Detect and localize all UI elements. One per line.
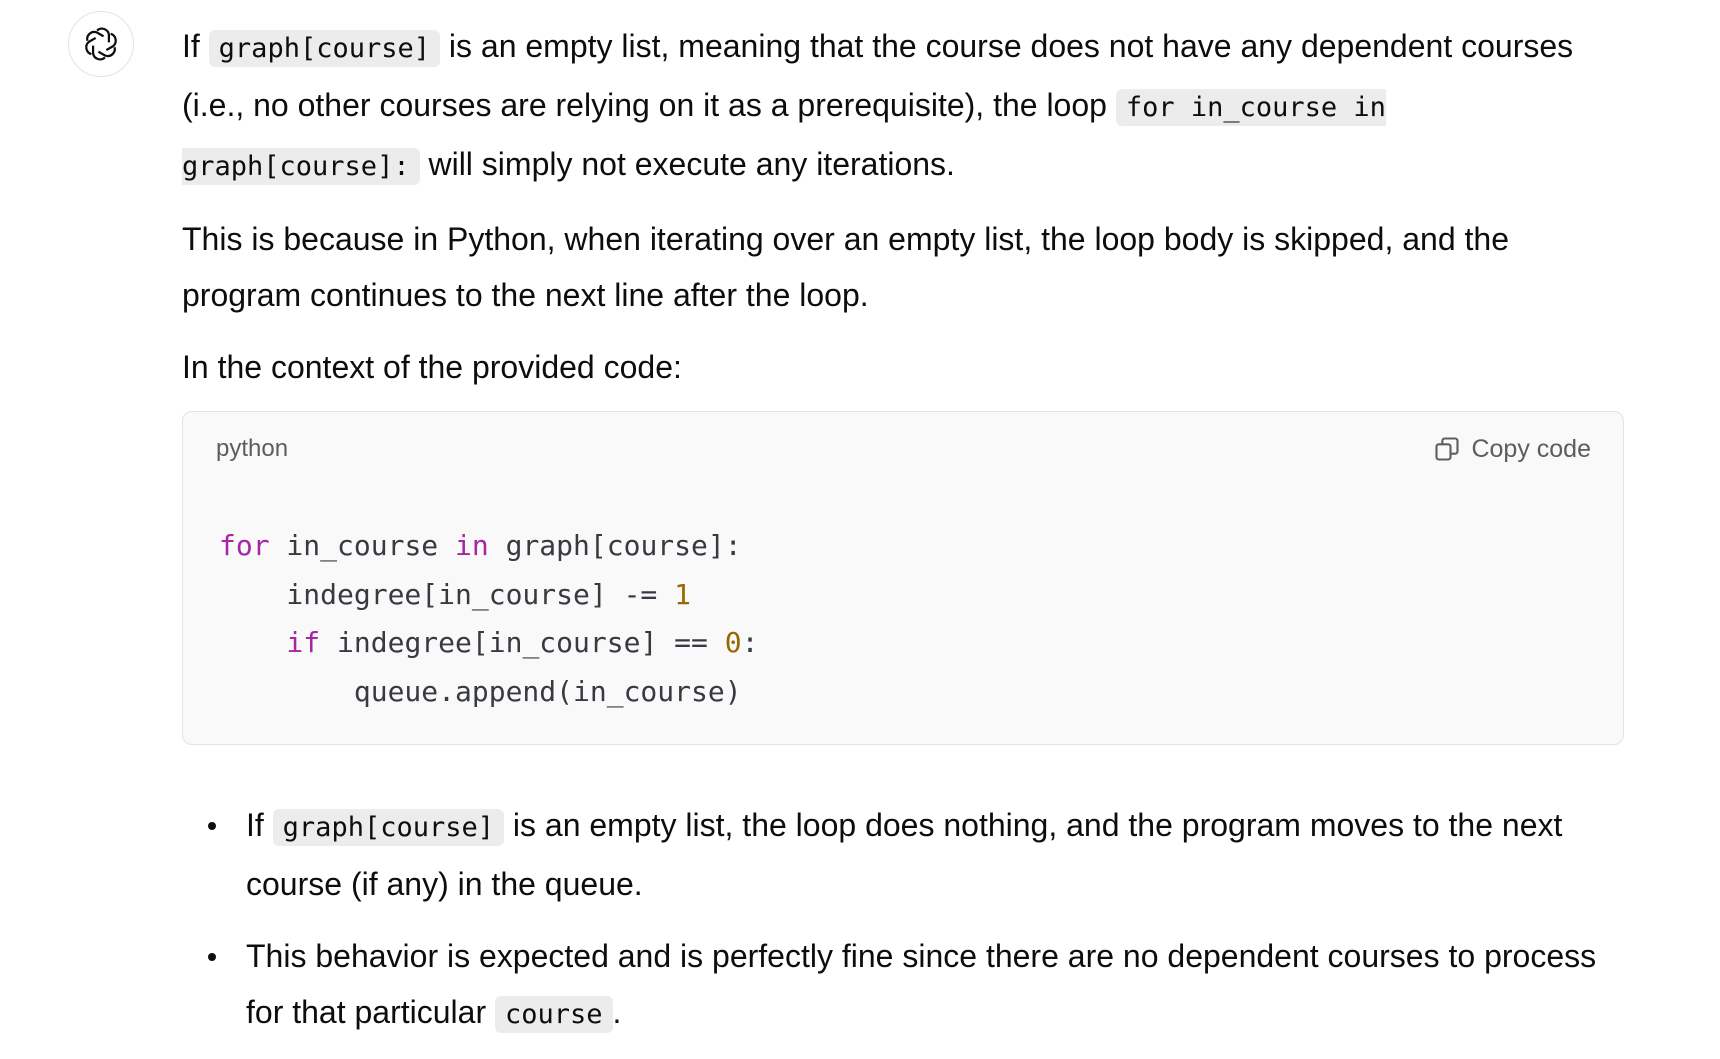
code-line: for in_course in graph[course]: xyxy=(219,522,1623,571)
copy-code-label: Copy code xyxy=(1471,434,1591,463)
code-text: in_course xyxy=(269,529,456,562)
copy-icon xyxy=(1435,437,1460,461)
assistant-avatar xyxy=(68,11,134,77)
code-block-header: python Copy code xyxy=(183,412,1623,486)
paragraph-context: In the context of the provided code: xyxy=(182,349,682,385)
assistant-message: If graph[course] is an empty list, meani… xyxy=(182,18,1624,1059)
paragraph-empty-list: If graph[course] is an empty list, meani… xyxy=(182,18,1622,195)
code-line: if indegree[in_course] == 0: xyxy=(219,619,1623,668)
code-language-label: python xyxy=(216,435,289,462)
code-text: : xyxy=(741,626,759,659)
inline-code: graph[course] xyxy=(208,30,440,67)
text: . xyxy=(612,994,622,1030)
text: If xyxy=(182,28,209,64)
paragraph-explanation: This is because in Python, when iteratin… xyxy=(182,221,1509,313)
code-line: indegree[in_course] -= 1 xyxy=(219,571,1623,620)
bullet-list: If graph[course] is an empty list, the l… xyxy=(182,797,1622,1043)
code-content[interactable]: for in_course in graph[course]: indegree… xyxy=(183,486,1623,716)
inline-code: course xyxy=(495,996,613,1033)
code-keyword: if xyxy=(219,626,321,659)
openai-logo-icon xyxy=(85,27,117,61)
code-keyword: for xyxy=(219,529,270,562)
code-keyword: in xyxy=(455,529,489,562)
code-text: graph[course]: xyxy=(488,529,742,562)
code-block: python Copy code for in_course in graph[… xyxy=(182,411,1624,745)
text: will simply not execute any iterations. xyxy=(419,146,955,182)
code-number: 0 xyxy=(724,626,742,659)
list-item: This behavior is expected and is perfect… xyxy=(208,928,1622,1043)
code-number: 1 xyxy=(674,577,692,611)
code-text: indegree[in_course] -= xyxy=(219,577,675,611)
text: This behavior is expected and is perfect… xyxy=(246,938,1597,1030)
code-text: queue.append(in_course) xyxy=(219,674,742,708)
copy-code-button[interactable]: Copy code xyxy=(1433,435,1591,464)
inline-code: graph[course] xyxy=(272,809,504,846)
text: If xyxy=(246,807,273,843)
code-text: indegree[in_course] == xyxy=(320,626,725,659)
code-line: queue.append(in_course) xyxy=(219,668,1623,717)
list-item: If graph[course] is an empty list, the l… xyxy=(208,797,1622,912)
